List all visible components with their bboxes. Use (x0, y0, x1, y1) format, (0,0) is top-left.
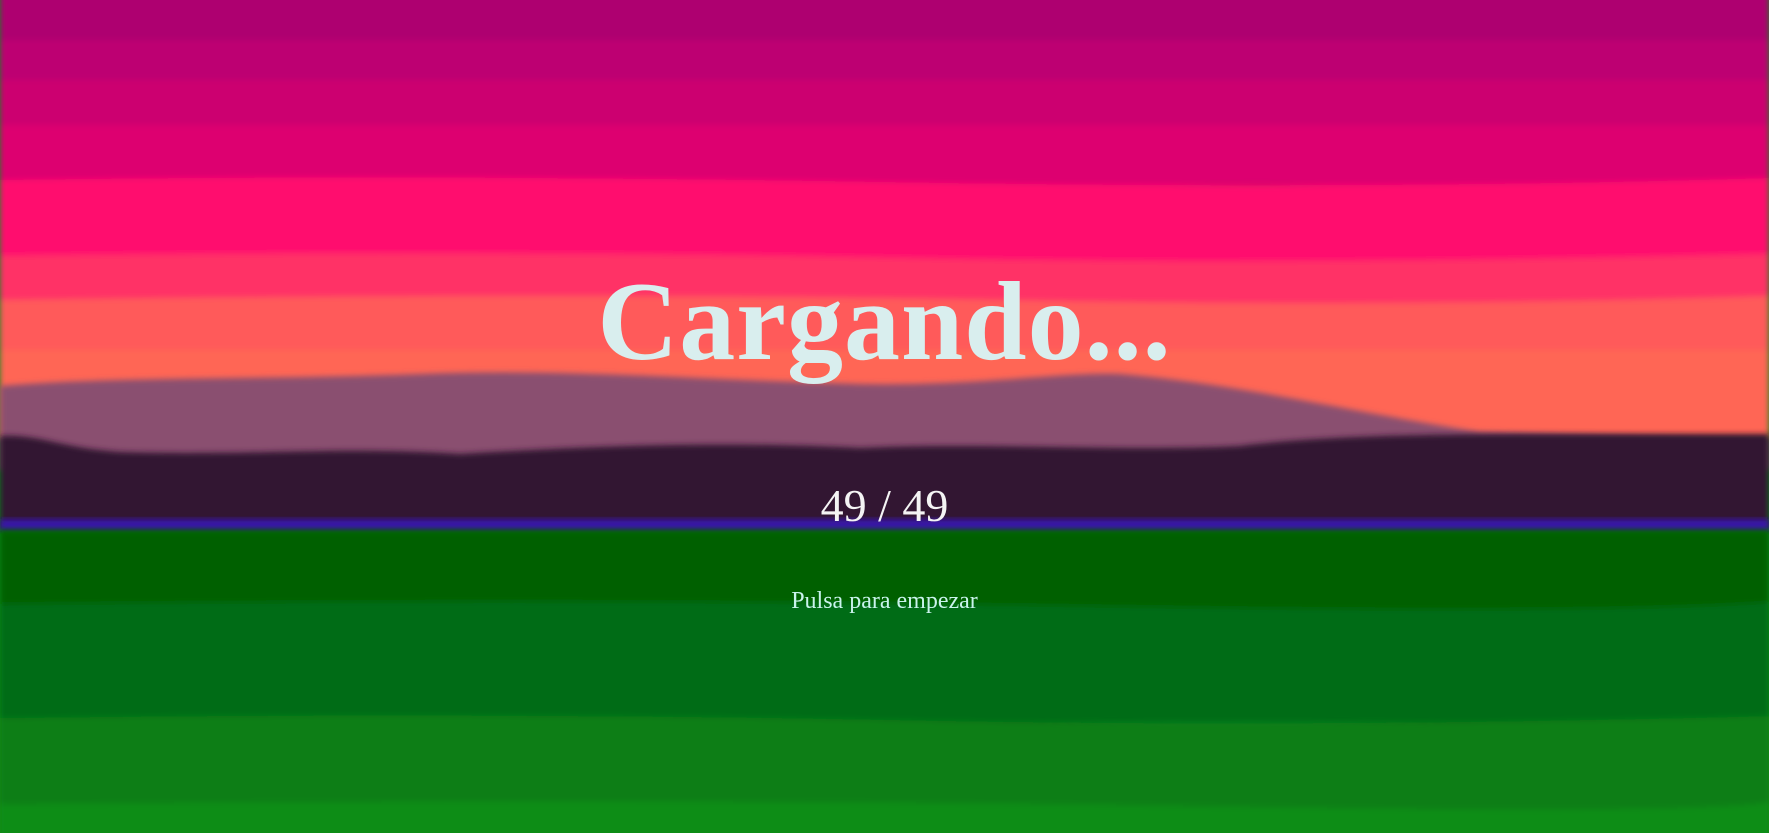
loading-title: Cargando... (597, 260, 1172, 384)
asset-load-counter: 49 / 49 (820, 480, 949, 531)
loading-overlay: Cargando... 49 / 49 Pulsa para empezar (0, 0, 1769, 833)
start-prompt-row: Pulsa para empezar (0, 587, 1769, 615)
start-button[interactable]: Pulsa para empezar (785, 587, 984, 615)
game-stage[interactable]: Cargando... 49 / 49 Pulsa para empezar (0, 0, 1769, 833)
